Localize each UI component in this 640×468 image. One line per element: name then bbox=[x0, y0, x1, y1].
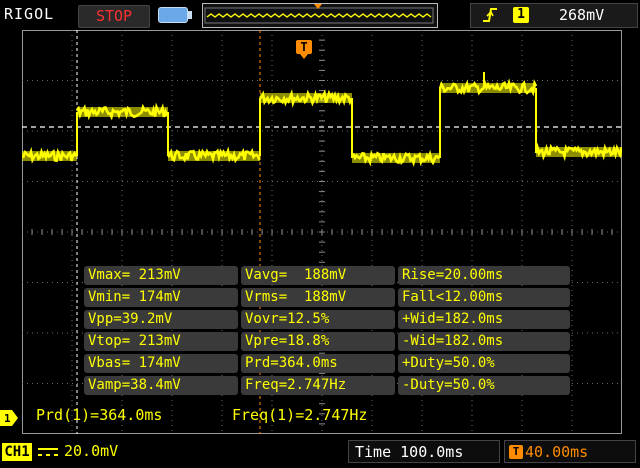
measurement-cell: -Duty=50.0% bbox=[398, 376, 570, 395]
frequency-statistic: Freq(1)=2.747Hz bbox=[232, 406, 368, 424]
timebase[interactable]: Time 100.0ms bbox=[348, 440, 500, 463]
channel-1-marker[interactable]: 1 bbox=[0, 408, 20, 428]
trigger-source-badge: 1 bbox=[513, 7, 529, 23]
measurement-cell: Prd=364.0ms bbox=[241, 354, 395, 373]
measurement-row: Vmax= 213mV Vavg= 188mV Rise=20.00ms bbox=[84, 266, 570, 285]
dc-coupling-icon bbox=[38, 448, 58, 456]
vertical-scale[interactable]: 20.0mV bbox=[64, 442, 118, 460]
measurement-cell: Vamp=38.4mV bbox=[84, 376, 238, 395]
measurement-cell: +Duty=50.0% bbox=[398, 354, 570, 373]
measurement-cell: Vovr=12.5% bbox=[241, 310, 395, 329]
measurement-cell: Vavg= 188mV bbox=[241, 266, 395, 285]
svg-text:1: 1 bbox=[4, 412, 11, 425]
measurement-cell: -Wid=182.0ms bbox=[398, 332, 570, 351]
trigger-position-marker[interactable]: T bbox=[296, 40, 312, 59]
channel-1-badge[interactable]: CH1 bbox=[2, 443, 32, 461]
measurement-row: Vtop= 213mV Vpre=18.8% -Wid=182.0ms bbox=[84, 332, 570, 351]
oscilloscope-screen: RIGOL STOP 1 268mV T 1 Vmax= 213mV Vavg=… bbox=[0, 0, 640, 468]
measurement-cell: Rise=20.00ms bbox=[398, 266, 570, 285]
period-statistic: Prd(1)=364.0ms bbox=[36, 406, 163, 424]
run-stop-indicator[interactable]: STOP bbox=[78, 5, 150, 28]
trigger-settings[interactable]: 1 268mV bbox=[470, 3, 638, 28]
measurement-cell: Vmax= 213mV bbox=[84, 266, 238, 285]
measurement-cell: Vpp=39.2mV bbox=[84, 310, 238, 329]
measurement-cell: Freq=2.747Hz bbox=[241, 376, 395, 395]
measurement-row: Vmin= 174mV Vrms= 188mV Fall<12.00ms bbox=[84, 288, 570, 307]
measurement-row: Vpp=39.2mV Vovr=12.5% +Wid=182.0ms bbox=[84, 310, 570, 329]
trigger-level: 268mV bbox=[559, 6, 605, 24]
measurement-cell: Vtop= 213mV bbox=[84, 332, 238, 351]
memory-overview[interactable] bbox=[202, 3, 438, 28]
measurement-cell: Vrms= 188mV bbox=[241, 288, 395, 307]
measurement-cell: Vmin= 174mV bbox=[84, 288, 238, 307]
measurement-cell: Fall<12.00ms bbox=[398, 288, 570, 307]
trigger-offset-icon: T bbox=[509, 445, 523, 459]
measurement-cell: +Wid=182.0ms bbox=[398, 310, 570, 329]
rising-edge-icon bbox=[483, 8, 497, 22]
measurement-row: Vbas= 174mV Prd=364.0ms +Duty=50.0% bbox=[84, 354, 570, 373]
measurement-cell: Vbas= 174mV bbox=[84, 354, 238, 373]
measurement-row: Vamp=38.4mV Freq=2.747Hz -Duty=50.0% bbox=[84, 376, 570, 395]
trigger-offset[interactable]: T 40.00ms bbox=[504, 440, 636, 463]
top-status-bar: RIGOL STOP 1 268mV bbox=[0, 0, 640, 30]
bottom-status-bar: CH1 20.0mV Time 100.0ms T 40.00ms bbox=[0, 436, 640, 468]
brand-logo: RIGOL bbox=[4, 5, 55, 23]
battery-icon bbox=[158, 7, 192, 23]
measurement-cell: Vpre=18.8% bbox=[241, 332, 395, 351]
waveform-display[interactable] bbox=[22, 30, 622, 434]
